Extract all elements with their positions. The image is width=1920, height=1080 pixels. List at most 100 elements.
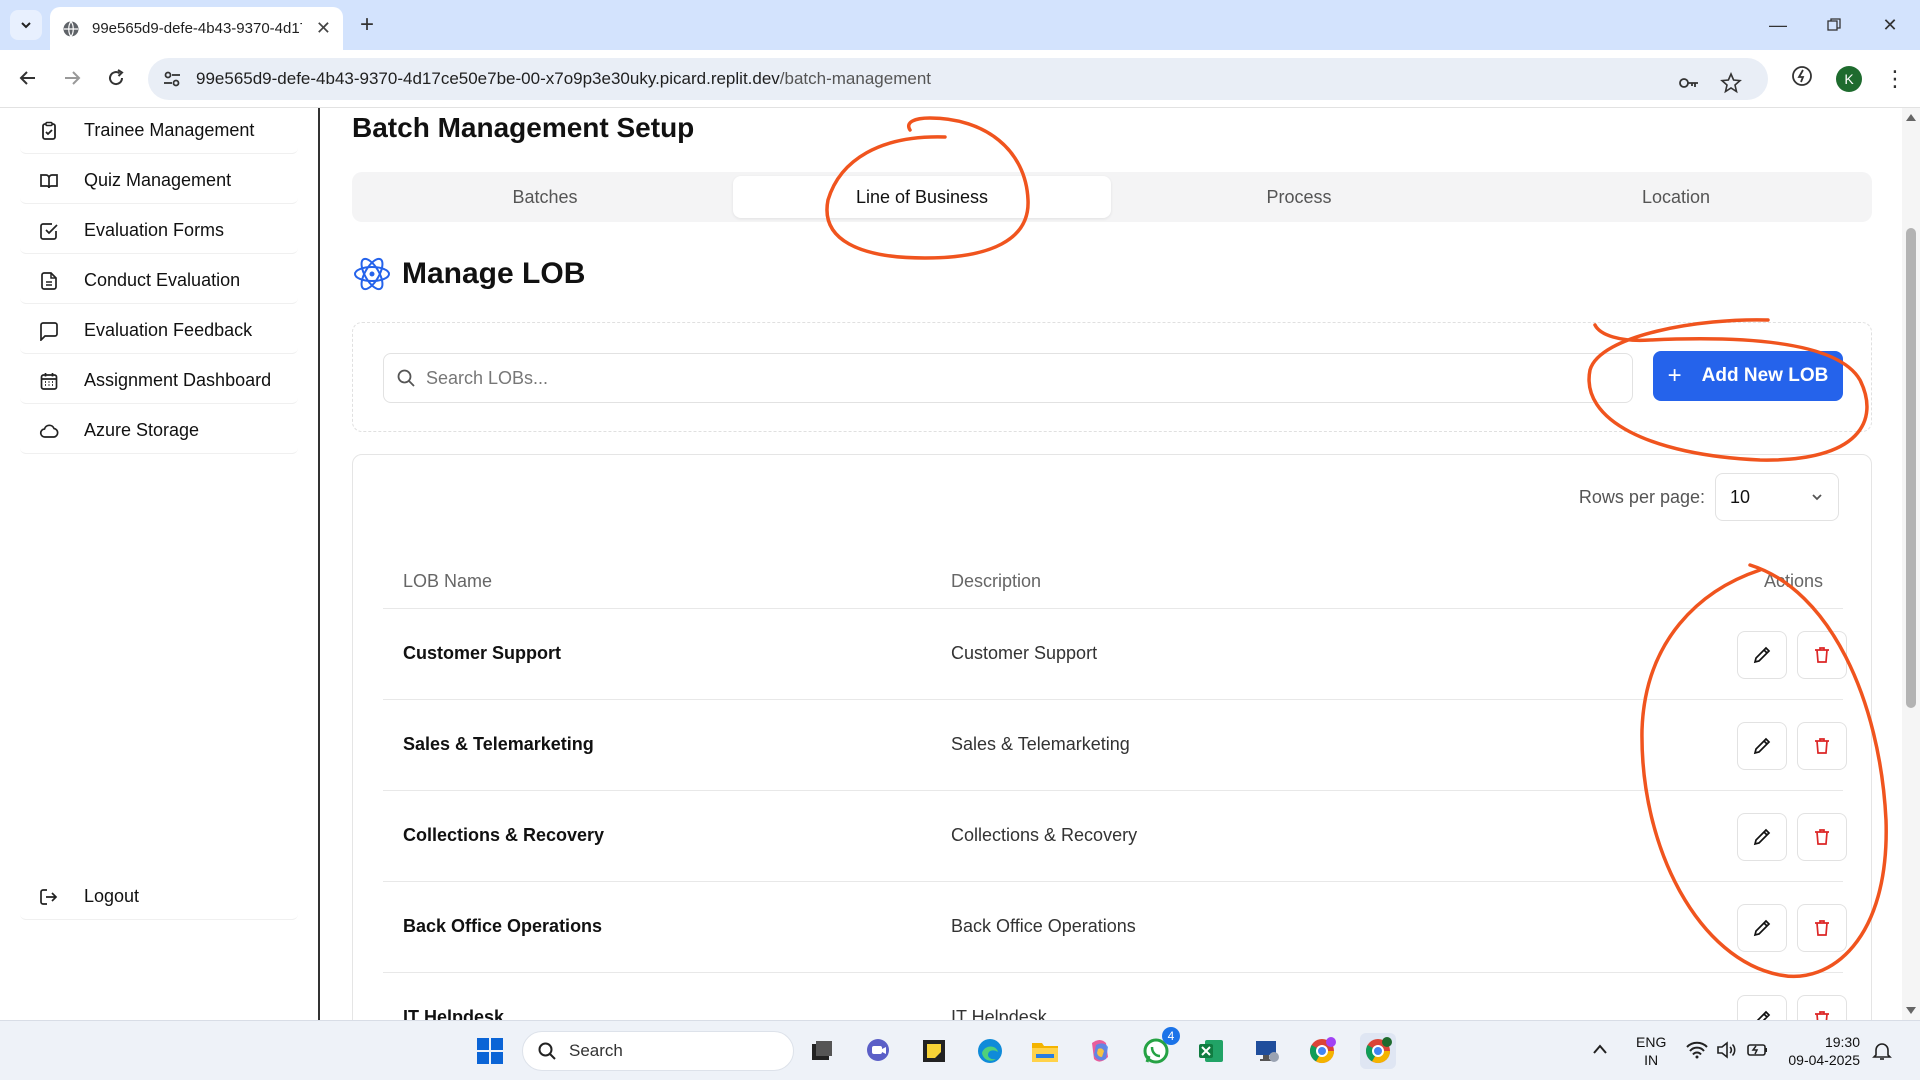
tab-close-icon[interactable]: ✕ bbox=[316, 18, 331, 39]
delete-button[interactable] bbox=[1797, 813, 1847, 861]
copilot-icon[interactable] bbox=[1082, 1033, 1118, 1069]
input-language[interactable]: ENG IN bbox=[1636, 1033, 1666, 1069]
sidebar-item-logout[interactable]: Logout bbox=[20, 874, 298, 920]
profile-avatar[interactable]: K bbox=[1836, 66, 1862, 92]
chevron-down-icon bbox=[1810, 490, 1824, 504]
sidebar-item-conduct-evaluation[interactable]: Conduct Evaluation bbox=[20, 258, 298, 304]
search-box[interactable] bbox=[383, 353, 1633, 403]
clock[interactable]: 19:30 09-04-2025 bbox=[1780, 1033, 1860, 1069]
browser-menu-icon[interactable]: ⋮ bbox=[1880, 64, 1910, 94]
clock-date: 09-04-2025 bbox=[1788, 1052, 1860, 1068]
pencil-icon bbox=[1752, 736, 1772, 756]
add-new-lob-button[interactable]: + Add New LOB bbox=[1653, 351, 1843, 401]
notification-bell-icon[interactable] bbox=[1872, 1041, 1892, 1061]
search-icon bbox=[396, 368, 416, 388]
address-bar[interactable]: 99e565d9-defe-4b43-9370-4d17ce50e7be-00-… bbox=[148, 58, 1768, 100]
scroll-thumb[interactable] bbox=[1906, 228, 1916, 708]
lang-line2: IN bbox=[1644, 1052, 1659, 1068]
arrow-left-icon bbox=[18, 68, 38, 88]
browser-tab-active[interactable]: 99e565d9-defe-4b43-9370-4d17ce50e7be-00-… bbox=[50, 7, 343, 50]
main-content: Batch Management Setup Batches Line of B… bbox=[322, 108, 1902, 1020]
excel-icon[interactable] bbox=[1193, 1033, 1229, 1069]
bookmark-star-icon[interactable] bbox=[1714, 66, 1748, 100]
remote-desktop-icon[interactable] bbox=[1249, 1033, 1285, 1069]
sidebar-item-label: Evaluation Feedback bbox=[84, 320, 253, 340]
search-input[interactable] bbox=[426, 367, 1606, 389]
os-taskbar: Search 4 ENG IN 19:30 09-04-2025 bbox=[0, 1020, 1920, 1080]
table-header: LOB Name Description Actions bbox=[383, 559, 1843, 609]
whatsapp-icon[interactable]: 4 bbox=[1138, 1027, 1180, 1069]
lob-description-cell: Collections & Recovery bbox=[951, 825, 1138, 845]
sticky-notes-icon[interactable] bbox=[916, 1033, 952, 1069]
rows-per-page-select[interactable]: 10 bbox=[1715, 473, 1839, 521]
minimize-button[interactable]: — bbox=[1750, 8, 1806, 42]
sidebar-item-label: Trainee Management bbox=[84, 120, 255, 140]
sidebar-item-label: Quiz Management bbox=[84, 170, 232, 190]
volume-icon[interactable] bbox=[1716, 1041, 1738, 1059]
edit-button[interactable] bbox=[1737, 722, 1787, 770]
file-text-icon bbox=[38, 270, 60, 292]
task-view-icon[interactable] bbox=[804, 1033, 840, 1069]
browser-toolbar: 99e565d9-defe-4b43-9370-4d17ce50e7be-00-… bbox=[0, 50, 1920, 108]
table-row: Back Office Operations Back Office Opera… bbox=[383, 882, 1847, 973]
column-header-lob-name: LOB Name bbox=[403, 571, 493, 591]
url-text: 99e565d9-defe-4b43-9370-4d17ce50e7be-00-… bbox=[196, 69, 931, 89]
pencil-icon bbox=[1752, 645, 1772, 665]
chrome-profile-k-icon[interactable] bbox=[1360, 1033, 1396, 1069]
delete-button[interactable] bbox=[1797, 722, 1847, 770]
edit-button[interactable] bbox=[1737, 813, 1787, 861]
tab-location[interactable]: Location bbox=[1487, 176, 1865, 218]
new-tab-button[interactable]: + bbox=[352, 10, 382, 40]
arrow-right-icon bbox=[62, 68, 82, 88]
delete-button[interactable] bbox=[1797, 904, 1847, 952]
page-title: Batch Management Setup bbox=[352, 112, 695, 143]
restore-button[interactable] bbox=[1806, 8, 1862, 42]
cloud-icon bbox=[38, 420, 60, 442]
url-path: /batch-management bbox=[779, 69, 931, 88]
delete-button[interactable] bbox=[1797, 631, 1847, 679]
windows-logo-icon bbox=[476, 1037, 504, 1065]
forward-button[interactable] bbox=[56, 62, 88, 94]
sidebar-item-assignment-dashboard[interactable]: Assignment Dashboard bbox=[20, 358, 298, 404]
chrome-profile-p-icon[interactable] bbox=[1304, 1033, 1340, 1069]
calendar-icon bbox=[38, 370, 60, 392]
edit-button[interactable] bbox=[1737, 995, 1787, 1020]
scroll-up-icon[interactable] bbox=[1905, 112, 1917, 122]
tab-process[interactable]: Process bbox=[1110, 176, 1488, 218]
sidebar-item-azure-storage[interactable]: Azure Storage bbox=[20, 408, 298, 454]
sidebar-item-label: Azure Storage bbox=[84, 420, 200, 440]
sidebar-item-quiz-management[interactable]: Quiz Management bbox=[20, 158, 298, 204]
taskbar-search[interactable]: Search bbox=[522, 1031, 794, 1071]
password-key-icon[interactable] bbox=[1672, 66, 1706, 100]
lob-name-cell: Collections & Recovery bbox=[403, 825, 605, 845]
battery-icon[interactable] bbox=[1746, 1041, 1770, 1059]
extensions-icon[interactable] bbox=[1790, 64, 1814, 88]
meet-app-icon[interactable] bbox=[860, 1033, 896, 1069]
back-button[interactable] bbox=[12, 62, 44, 94]
tab-search-button[interactable] bbox=[10, 10, 42, 40]
sidebar-item-label: Evaluation Forms bbox=[84, 220, 225, 240]
taskbar-search-label: Search bbox=[569, 1041, 623, 1060]
sidebar-item-trainee-management[interactable]: Trainee Management bbox=[20, 108, 298, 154]
tab-batches[interactable]: Batches bbox=[356, 176, 734, 218]
sidebar-item-evaluation-feedback[interactable]: Evaluation Feedback bbox=[20, 308, 298, 354]
window-close-button[interactable]: ✕ bbox=[1862, 8, 1918, 42]
edge-browser-icon[interactable] bbox=[972, 1033, 1008, 1069]
tray-chevron-up-icon[interactable] bbox=[1592, 1043, 1608, 1055]
delete-button[interactable] bbox=[1797, 995, 1847, 1020]
trash-icon bbox=[1812, 645, 1832, 665]
reload-button[interactable] bbox=[100, 62, 132, 94]
site-settings-icon[interactable] bbox=[162, 69, 182, 89]
edit-button[interactable] bbox=[1737, 631, 1787, 679]
edit-button[interactable] bbox=[1737, 904, 1787, 952]
wifi-icon[interactable] bbox=[1686, 1041, 1708, 1059]
lob-description-cell: Customer Support bbox=[951, 643, 1098, 663]
page-scrollbar[interactable] bbox=[1902, 108, 1920, 1020]
scroll-down-icon[interactable] bbox=[1905, 1006, 1917, 1016]
sidebar-item-evaluation-forms[interactable]: Evaluation Forms bbox=[20, 208, 298, 254]
browser-tab-bar: 99e565d9-defe-4b43-9370-4d17ce50e7be-00-… bbox=[0, 0, 1920, 50]
start-button[interactable] bbox=[472, 1033, 508, 1069]
tab-line-of-business[interactable]: Line of Business bbox=[733, 176, 1111, 218]
book-open-icon bbox=[38, 170, 60, 192]
file-explorer-icon[interactable] bbox=[1027, 1033, 1063, 1069]
